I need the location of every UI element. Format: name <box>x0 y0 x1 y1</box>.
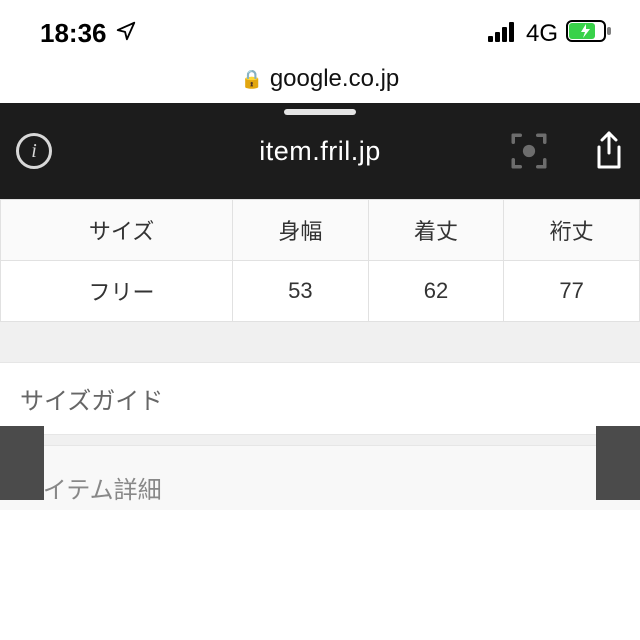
table-header: 裄丈 <box>504 200 640 261</box>
battery-charging-icon <box>566 18 612 49</box>
drag-handle-icon[interactable] <box>284 109 356 115</box>
page-content: サイズ 身幅 着丈 裄丈 フリー 53 62 77 サイズガイド アイテム詳細 <box>0 199 640 530</box>
table-cell: 77 <box>504 261 640 322</box>
table-cell: フリー <box>1 261 233 322</box>
table-header: 着丈 <box>368 200 504 261</box>
table-header: サイズ <box>1 200 233 261</box>
status-right: 4G <box>488 18 612 49</box>
location-arrow-icon <box>115 18 137 49</box>
table-header-row: サイズ 身幅 着丈 裄丈 <box>1 200 640 261</box>
status-left: 18:36 <box>40 18 137 49</box>
ios-status-bar: 18:36 4G <box>0 0 640 57</box>
status-time: 18:36 <box>40 18 107 49</box>
safari-address-bar[interactable]: 🔒 google.co.jp <box>0 57 640 103</box>
embedded-toolbar: i item.fril.jp <box>0 103 640 199</box>
prev-image-button[interactable] <box>0 426 44 500</box>
share-icon[interactable] <box>594 131 624 171</box>
cellular-signal-icon <box>488 18 518 49</box>
network-label: 4G <box>526 20 558 48</box>
safari-host: google.co.jp <box>270 65 399 92</box>
table-cell: 62 <box>368 261 504 322</box>
table-header: 身幅 <box>233 200 369 261</box>
size-table: サイズ 身幅 着丈 裄丈 フリー 53 62 77 <box>0 199 640 322</box>
lens-search-icon[interactable] <box>508 130 550 172</box>
bottom-whiteout <box>0 510 640 640</box>
table-row: フリー 53 62 77 <box>1 261 640 322</box>
lock-icon: 🔒 <box>241 69 263 89</box>
next-image-button[interactable] <box>596 426 640 500</box>
size-guide-link[interactable]: サイズガイド <box>0 362 640 435</box>
info-icon[interactable]: i <box>16 133 52 169</box>
table-cell: 53 <box>233 261 369 322</box>
